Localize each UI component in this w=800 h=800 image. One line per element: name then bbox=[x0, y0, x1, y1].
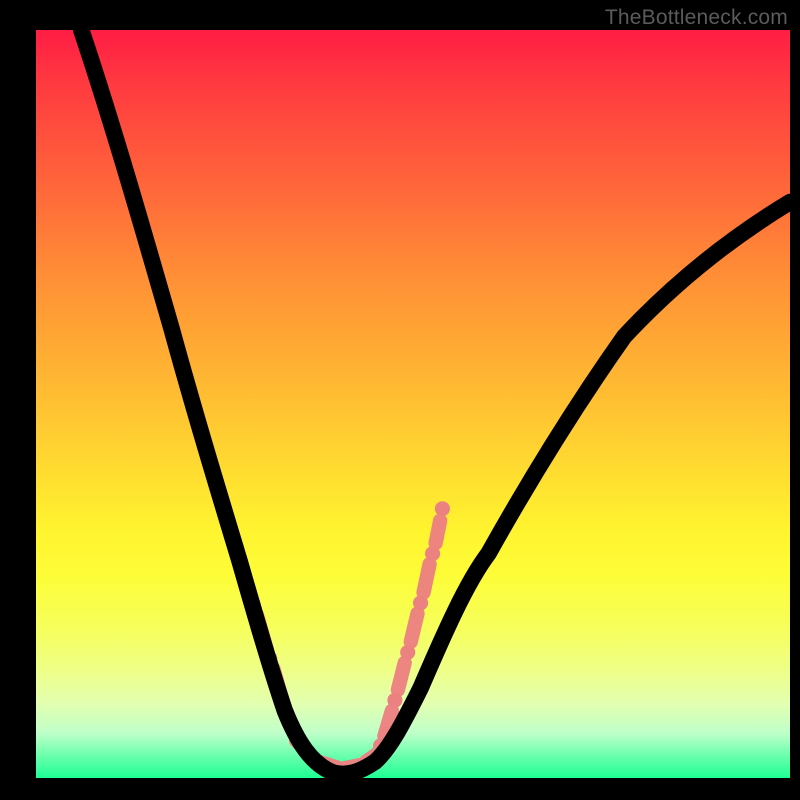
curve-layer bbox=[36, 30, 790, 778]
chart-stage: TheBottleneck.com bbox=[0, 0, 800, 800]
bottleneck-curve bbox=[81, 30, 790, 774]
plot-area bbox=[36, 30, 790, 778]
watermark-text: TheBottleneck.com bbox=[605, 6, 788, 30]
